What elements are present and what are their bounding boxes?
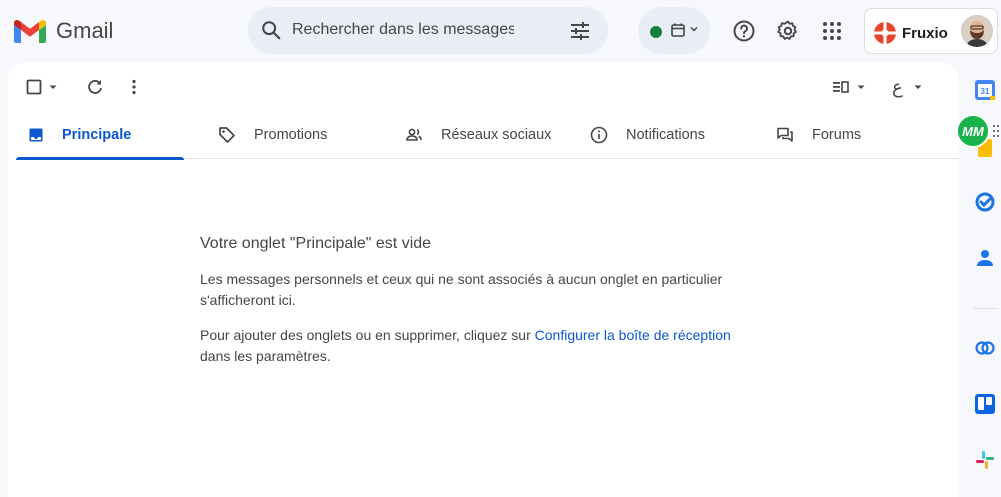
status-selector[interactable] [638, 7, 710, 54]
chevron-down-icon [857, 85, 865, 89]
tab-forums[interactable]: Forums [764, 111, 861, 159]
split-pane-toggle[interactable] [832, 77, 868, 97]
account-brand-label: Fruxio [902, 24, 948, 42]
help-icon[interactable] [732, 19, 756, 43]
more-options-icon[interactable] [126, 77, 142, 97]
trello-icon[interactable] [974, 393, 996, 415]
active-tab-indicator [16, 157, 184, 160]
tag-icon [219, 127, 235, 143]
mail-toolbar: ع [8, 63, 958, 111]
empty-state-hint: Pour ajouter des onglets ou en supprimer… [200, 325, 760, 367]
inbox-icon [29, 128, 43, 142]
category-tabs: Principale Promotions Réseaux sociaux No… [16, 111, 958, 160]
apps-grid-icon[interactable] [820, 19, 844, 43]
gmail-logo[interactable]: Gmail [14, 18, 113, 44]
info-icon [590, 126, 608, 144]
status-dot [650, 26, 662, 38]
tab-label: Principale [62, 127, 132, 143]
gmail-m-icon [14, 19, 46, 43]
tab-label: Promotions [254, 127, 328, 143]
search-bar[interactable] [248, 7, 608, 54]
split-pane-icon [833, 81, 849, 93]
checkbox-icon [26, 79, 42, 95]
tab-promotions[interactable]: Promotions [206, 111, 327, 159]
calendar-status-icon [671, 23, 685, 37]
side-panel-divider [974, 308, 996, 309]
calendar-day-label: 31 [981, 87, 990, 96]
app-name: Gmail [56, 18, 114, 43]
hint-prefix: Pour ajouter des onglets ou en supprimer… [200, 327, 535, 343]
empty-state-title: Votre onglet "Principale" est vide [200, 235, 432, 252]
chevron-down-icon [914, 85, 922, 89]
select-all-checkbox[interactable] [26, 77, 60, 97]
search-icon[interactable] [260, 19, 282, 41]
calendar-icon[interactable]: 31 [974, 79, 996, 101]
user-avatar-icon [961, 15, 993, 47]
tab-notifications[interactable]: Notifications [578, 111, 705, 159]
contacts-icon[interactable] [974, 247, 996, 269]
avatar[interactable] [961, 15, 993, 47]
empty-state-description: Les messages personnels et ceux qui ne s… [200, 271, 723, 308]
input-language-label: ع [892, 76, 903, 98]
top-header: Gmail Rechercher dans les messages Fruxi… [0, 0, 1001, 62]
chevron-down-icon [49, 85, 57, 89]
fruxio-brand: Fruxio [873, 21, 948, 45]
chevron-down-icon [690, 26, 698, 32]
people-icon [406, 128, 422, 141]
extension-label: MM [962, 123, 984, 139]
forum-icon [777, 127, 793, 142]
empty-state: Votre onglet "Principale" est vide Les m… [200, 235, 760, 381]
mail-list-panel: ع Principale Promotions Réseaux sociaux … [8, 63, 958, 497]
drag-handle-icon[interactable] [992, 124, 1000, 138]
configure-inbox-link[interactable]: Configurer la boîte de réception [535, 327, 731, 343]
extension-badge[interactable]: MM [956, 114, 990, 148]
tab-label: Forums [812, 127, 862, 143]
slack-icon[interactable] [974, 449, 996, 471]
tab-reseaux-sociaux[interactable]: Réseaux sociaux [393, 111, 551, 159]
tab-label: Réseaux sociaux [441, 127, 552, 143]
input-tools-toggle[interactable]: ع [892, 76, 925, 98]
refresh-icon[interactable] [86, 77, 104, 97]
fruxio-logo-icon [874, 22, 896, 44]
settings-gear-icon[interactable] [776, 19, 800, 43]
tab-label: Notifications [626, 127, 705, 143]
search-options-icon[interactable] [568, 19, 592, 43]
tab-principale[interactable]: Principale [16, 111, 192, 160]
link-addon-icon[interactable] [974, 337, 996, 359]
tasks-icon[interactable] [974, 191, 996, 213]
account-switcher[interactable]: Fruxio [864, 8, 998, 54]
search-input[interactable] [292, 17, 514, 43]
hint-suffix: dans les paramètres. [200, 348, 331, 364]
